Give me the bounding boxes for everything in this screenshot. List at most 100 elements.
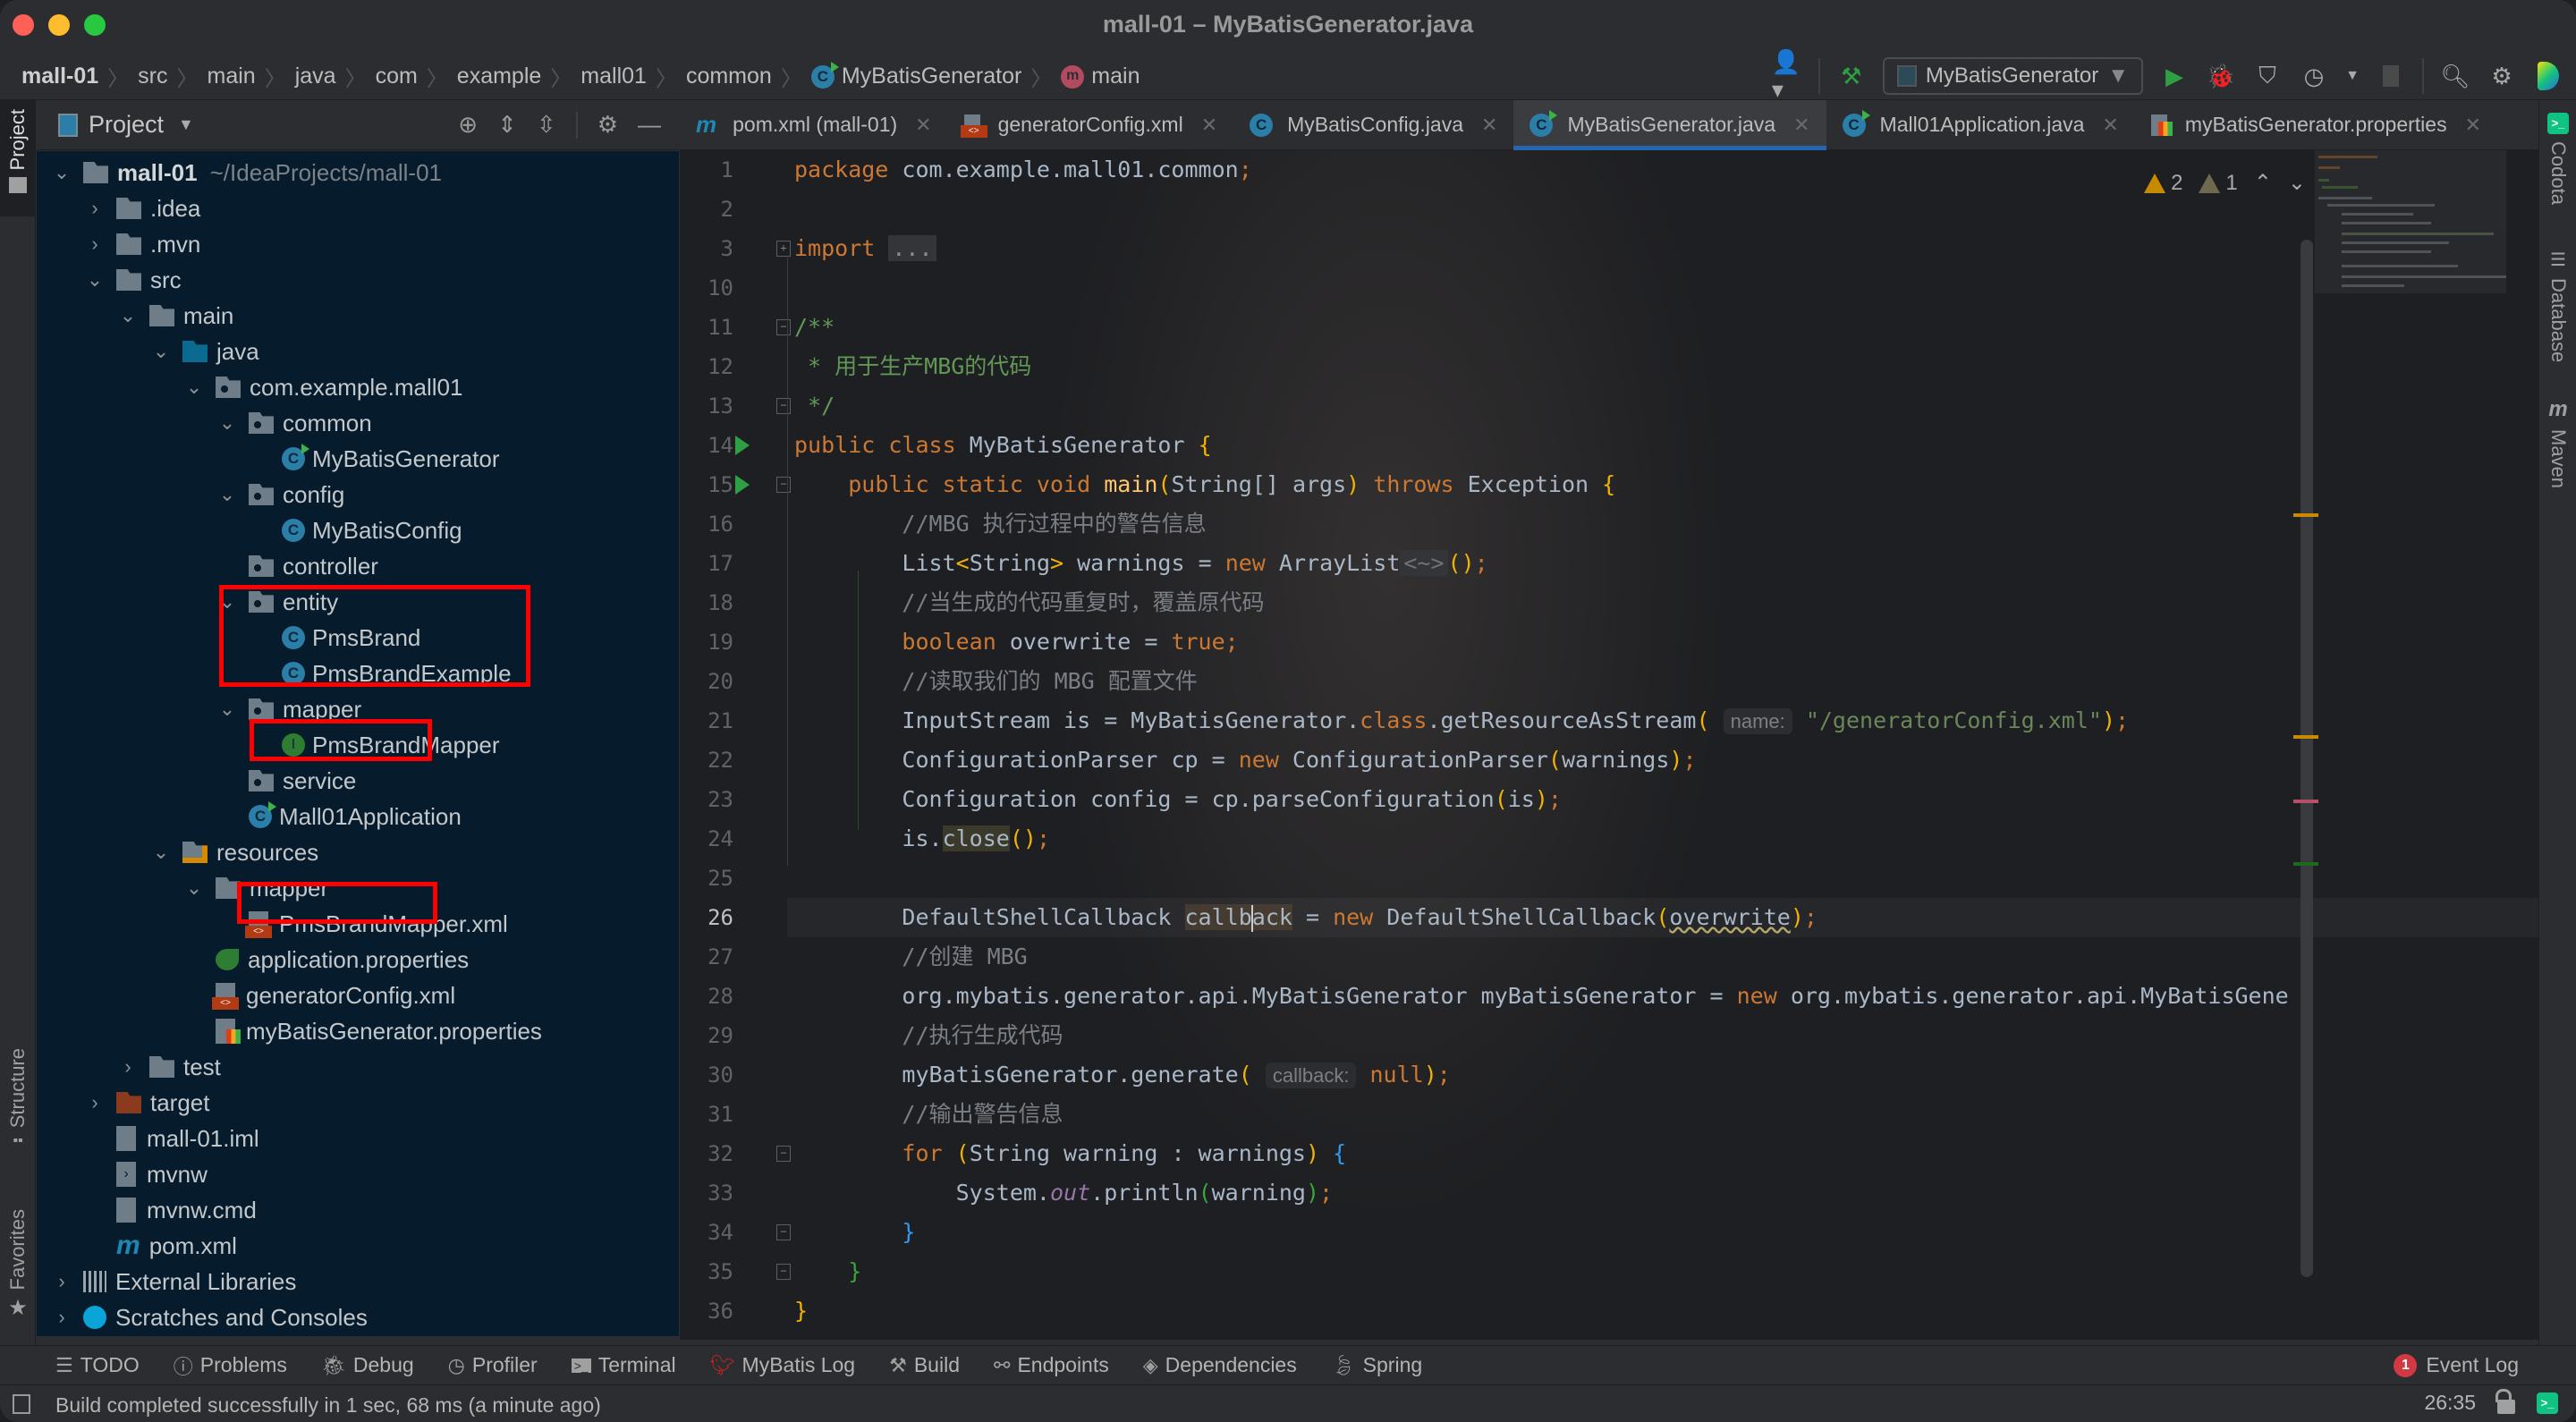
- search-icon[interactable]: 🔍︎: [2440, 61, 2470, 91]
- tab-mybatisgenerator-properties[interactable]: myBatisGenerator.properties ✕: [2135, 100, 2497, 150]
- fold-toggle-icon[interactable]: −: [776, 1264, 791, 1280]
- breadcrumb-item[interactable]: main: [208, 63, 256, 89]
- tree-item[interactable]: ⌄ config: [37, 477, 679, 512]
- jetbrains-logo-icon[interactable]: [2533, 61, 2563, 91]
- warning-marker[interactable]: [2293, 735, 2318, 739]
- coverage-icon[interactable]: ⛉: [2252, 61, 2283, 91]
- tab-generatorconfig-xml[interactable]: generatorConfig.xml ✕: [948, 100, 1234, 150]
- unlock-icon[interactable]: [2496, 1388, 2515, 1414]
- weak-warning-count[interactable]: 1: [2199, 171, 2238, 196]
- chevron-down-icon[interactable]: ⌄: [152, 841, 170, 864]
- line-number[interactable]: 1: [680, 150, 733, 190]
- chevron-down-icon[interactable]: ⌄: [185, 376, 203, 399]
- chevron-right-icon[interactable]: ›: [53, 1270, 71, 1293]
- status-message[interactable]: Build completed successfully in 1 sec, 6…: [55, 1393, 601, 1418]
- breadcrumb-item[interactable]: com: [376, 63, 418, 89]
- line-number[interactable]: 17: [680, 544, 733, 583]
- folded-imports[interactable]: ...: [888, 235, 936, 261]
- tree-item[interactable]: ⌄ com.example.mall01: [37, 369, 679, 405]
- previous-highlight-icon[interactable]: ⌃: [2254, 170, 2272, 196]
- fold-toggle-icon[interactable]: +: [776, 241, 791, 257]
- tree-item[interactable]: C Mall01Application: [37, 799, 679, 834]
- endpoints-tool-button[interactable]: ⚯ Endpoints: [994, 1353, 1109, 1377]
- tree-item[interactable]: generatorConfig.xml: [37, 978, 679, 1013]
- fold-toggle-icon[interactable]: −: [776, 477, 791, 493]
- event-log-button[interactable]: 1 Event Log: [2394, 1353, 2519, 1377]
- close-icon[interactable]: ✕: [1201, 114, 1217, 137]
- line-number[interactable]: 11: [680, 308, 733, 347]
- tree-item[interactable]: ⌄ mall-01 ~/IdeaProjects/mall-01: [37, 155, 679, 190]
- collapse-all-icon[interactable]: ⇳: [537, 111, 556, 139]
- vertical-scrollbar[interactable]: [2301, 240, 2313, 1277]
- chevron-down-icon[interactable]: ⌄: [119, 304, 137, 327]
- chevron-down-icon[interactable]: ⌄: [218, 411, 236, 435]
- tree-item[interactable]: ⌄ common: [37, 405, 679, 441]
- terminal-tool-button[interactable]: >_ Terminal: [571, 1353, 676, 1377]
- project-panel-title[interactable]: Project: [89, 111, 164, 139]
- debug-tool-button[interactable]: 🐞︎ Debug: [321, 1353, 414, 1377]
- tree-item[interactable]: C PmsBrandExample: [37, 656, 679, 691]
- tree-item[interactable]: mall-01.iml: [37, 1121, 679, 1156]
- chevron-down-icon[interactable]: ⌄: [185, 876, 203, 900]
- mybatis-log-tool-button[interactable]: 🐦︎ MyBatis Log: [710, 1353, 856, 1377]
- gear-icon[interactable]: ⚙: [597, 111, 618, 139]
- chevron-right-icon[interactable]: ›: [53, 1306, 71, 1329]
- tree-item[interactable]: › mvnw: [37, 1156, 679, 1192]
- tree-item[interactable]: C MyBatisGenerator: [37, 441, 679, 477]
- line-number[interactable]: 32: [680, 1134, 733, 1173]
- code-editor[interactable]: 2 1 ⌃ ⌄ 1 2 3 10 11 12 13 14 15 16 17 18 19 20 21 22 23 2…: [680, 150, 2538, 1340]
- chevron-down-icon[interactable]: ⌄: [218, 483, 236, 506]
- spring-tool-button[interactable]: 🍃︎ Spring: [1331, 1353, 1422, 1377]
- tool-windows-toggle-icon[interactable]: [13, 1394, 30, 1414]
- expand-all-icon[interactable]: ⇕: [497, 111, 517, 139]
- tree-item[interactable]: ⌄ resources: [37, 834, 679, 870]
- line-number[interactable]: 12: [680, 347, 733, 386]
- tree-item[interactable]: › .idea: [37, 190, 679, 226]
- line-number[interactable]: 27: [680, 937, 733, 977]
- codota-status-icon[interactable]: >_: [2537, 1392, 2558, 1414]
- run-configuration-selector[interactable]: MyBatisGenerator ▼: [1882, 57, 2143, 95]
- debug-icon[interactable]: 🐞: [2206, 61, 2236, 91]
- vcs-user-icon[interactable]: 👤▾: [1772, 48, 1802, 103]
- profiler-tool-button[interactable]: ◷ Profiler: [448, 1353, 538, 1377]
- fold-toggle-icon[interactable]: −: [776, 319, 791, 335]
- chevron-down-icon[interactable]: ⌄: [53, 161, 71, 184]
- fold-toggle-icon[interactable]: −: [776, 1224, 791, 1240]
- tab-pom-xml[interactable]: m pom.xml (mall-01) ✕: [680, 100, 948, 150]
- line-number[interactable]: 3: [680, 229, 733, 268]
- tree-item[interactable]: ⌄ src: [37, 262, 679, 298]
- tree-item[interactable]: myBatisGenerator.properties: [37, 1013, 679, 1049]
- line-number[interactable]: 14: [680, 426, 733, 465]
- close-icon[interactable]: ✕: [1481, 114, 1497, 137]
- run-icon[interactable]: ▶: [2159, 61, 2190, 91]
- line-number[interactable]: 19: [680, 622, 733, 662]
- breadcrumb-item[interactable]: java: [295, 63, 336, 89]
- line-number[interactable]: 23: [680, 780, 733, 819]
- chevron-down-icon[interactable]: ⌄: [86, 268, 104, 292]
- problems-tool-button[interactable]: ⓘ Problems: [174, 1351, 287, 1380]
- profile-icon[interactable]: ◷: [2299, 61, 2329, 91]
- chevron-down-icon[interactable]: ▼: [178, 115, 194, 134]
- chevron-down-icon[interactable]: ⌄: [152, 340, 170, 363]
- codota-tool-button[interactable]: >_ Codota: [2539, 113, 2576, 205]
- run-gutter-icon[interactable]: [735, 436, 750, 455]
- line-number[interactable]: 10: [680, 268, 733, 308]
- build-hammer-icon[interactable]: ⚒: [1836, 61, 1867, 91]
- line-number[interactable]: 25: [680, 859, 733, 898]
- line-number[interactable]: 35: [680, 1252, 733, 1291]
- line-number[interactable]: 15: [680, 465, 733, 504]
- hide-icon[interactable]: —: [638, 111, 661, 139]
- chevron-right-icon[interactable]: ›: [119, 1055, 137, 1079]
- caret-position[interactable]: 26:35: [2424, 1391, 2476, 1415]
- dependencies-tool-button[interactable]: ◈ Dependencies: [1143, 1353, 1297, 1377]
- close-icon[interactable]: ✕: [2102, 114, 2118, 137]
- todo-tool-button[interactable]: ☰ TODO: [55, 1353, 140, 1377]
- warning-count[interactable]: 2: [2144, 171, 2182, 196]
- tree-item[interactable]: › target: [37, 1085, 679, 1121]
- run-gutter-icon[interactable]: [735, 475, 750, 495]
- line-number[interactable]: 21: [680, 701, 733, 741]
- tree-item[interactable]: ⌄ main: [37, 298, 679, 334]
- close-icon[interactable]: ✕: [915, 114, 931, 137]
- breadcrumb-item[interactable]: src: [138, 63, 167, 89]
- locate-icon[interactable]: ⊕: [458, 111, 478, 139]
